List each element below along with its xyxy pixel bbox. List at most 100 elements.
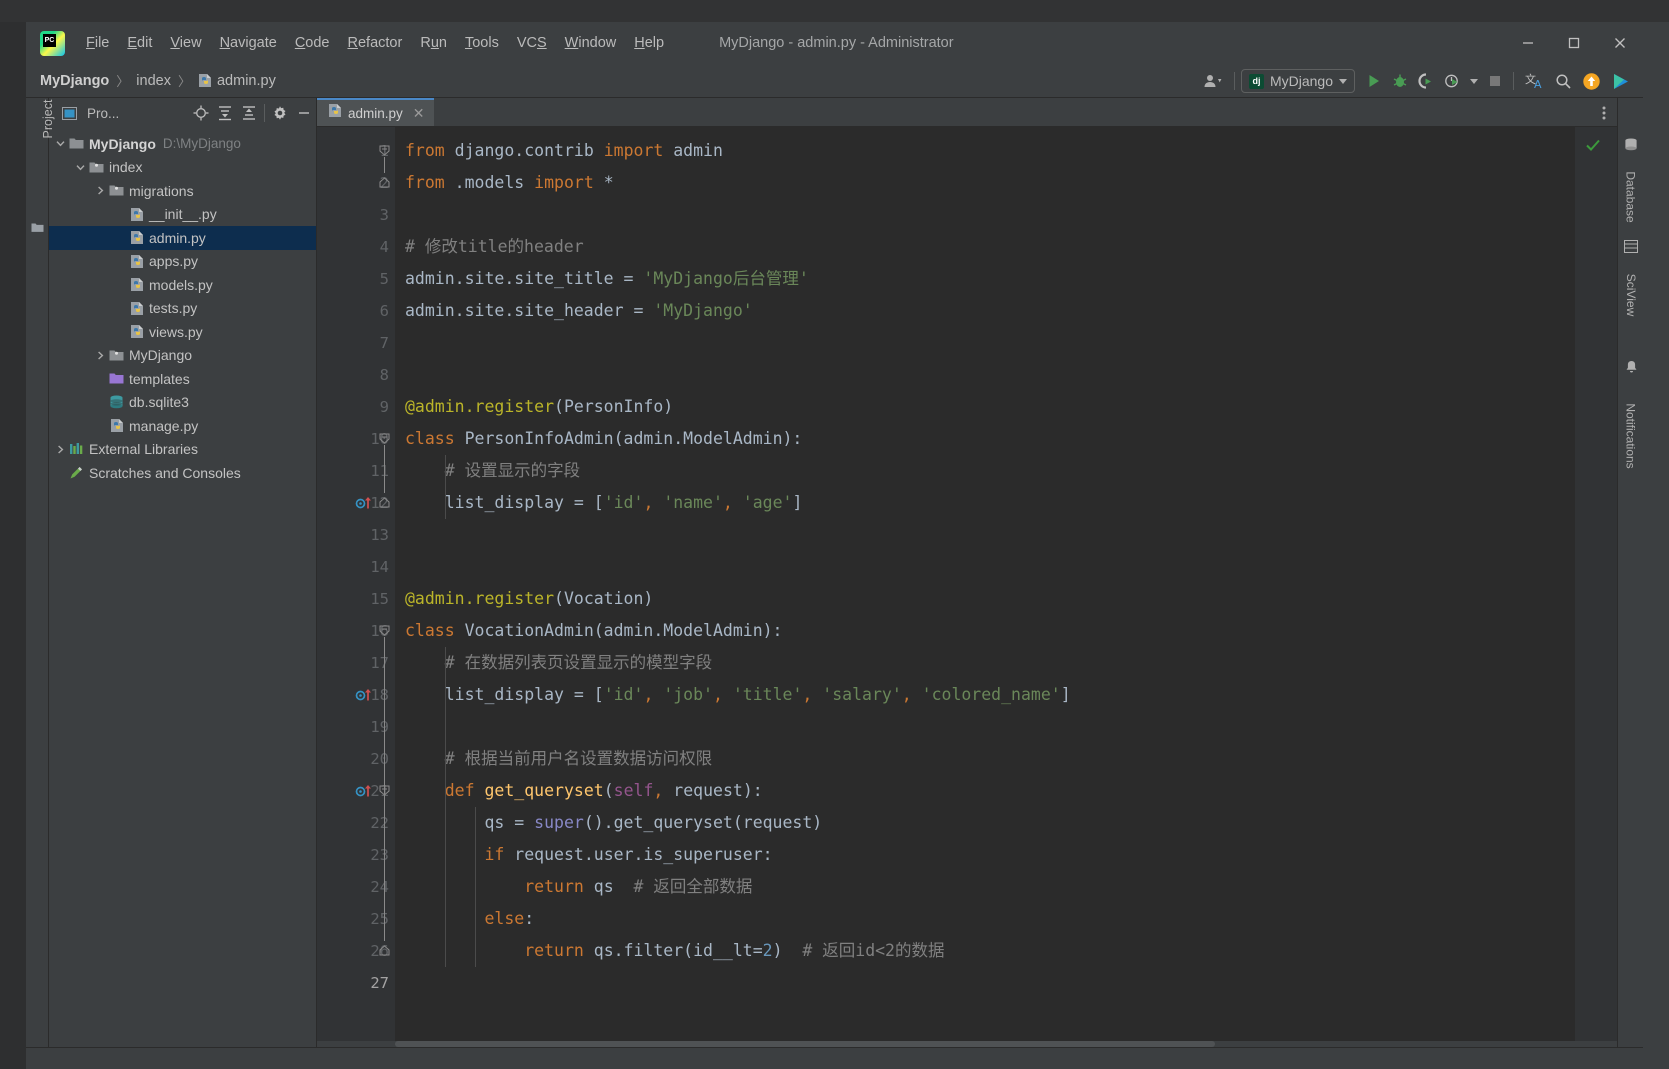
right-tool-label: Notifications [1624, 402, 1638, 469]
chevron-down-icon[interactable] [73, 163, 88, 172]
right-tool-sciview[interactable]: SciView [1618, 240, 1644, 317]
tree-item-external-libraries[interactable]: External Libraries [49, 438, 316, 462]
settings-gear-icon[interactable] [268, 101, 292, 125]
run-with-coverage-button[interactable] [1413, 68, 1439, 94]
python-file-icon [128, 301, 145, 316]
menu-item-refactor[interactable]: Refactor [339, 31, 412, 55]
stop-button[interactable] [1483, 68, 1507, 94]
chevron-down-icon[interactable] [53, 139, 68, 148]
menu-item-help[interactable]: Help [625, 31, 673, 55]
chevron-right-icon[interactable] [53, 445, 68, 454]
menu-item-window[interactable]: Window [556, 31, 626, 55]
user-avatar-icon[interactable] [1198, 68, 1228, 94]
right-tool-database[interactable]: Database [1618, 138, 1644, 222]
horizontal-scrollbar[interactable] [317, 1041, 1617, 1047]
overriding-method-icon[interactable] [355, 688, 375, 703]
tree-item-views-py[interactable]: views.py [49, 320, 316, 344]
tab-admin-py[interactable]: admin.py ✕ [317, 98, 434, 126]
chevron-right-icon[interactable] [93, 186, 108, 195]
menu-item-tools[interactable]: Tools [456, 31, 508, 55]
tree-item-tests-py[interactable]: tests.py [49, 297, 316, 321]
gutter-line[interactable]: 14 [317, 551, 395, 583]
right-tool-notifications[interactable]: Notifications [1618, 360, 1644, 468]
menu-item-navigate[interactable]: Navigate [211, 31, 286, 55]
tab-close-icon[interactable]: ✕ [413, 105, 425, 122]
gutter-line[interactable]: 13 [317, 519, 395, 551]
profile-button[interactable] [1439, 68, 1465, 94]
play-gradient-icon[interactable] [1606, 68, 1635, 94]
translate-icon[interactable]: 文 A [1520, 68, 1550, 94]
gutter-line[interactable]: 9 [317, 391, 395, 423]
search-everywhere-icon[interactable] [1550, 68, 1577, 94]
menu-item-vcs[interactable]: VCS [508, 31, 556, 55]
menu-item-view[interactable]: View [161, 31, 210, 55]
profile-dropdown[interactable] [1465, 68, 1483, 94]
code-line: list_display = ['id', 'name', 'age'] [405, 493, 803, 512]
tree-item-apps-py[interactable]: apps.py [49, 250, 316, 274]
tree-item-models-py[interactable]: models.py [49, 273, 316, 297]
project-tool-label[interactable]: Project [41, 84, 55, 154]
breadcrumb-item-index[interactable]: index [136, 73, 171, 89]
close-button[interactable] [1597, 22, 1643, 64]
code-text-area[interactable]: from django.contrib import admin from .mo… [395, 127, 1575, 1047]
run-configuration-selector[interactable]: dj MyDjango [1240, 69, 1355, 93]
gutter-line[interactable]: 6 [317, 295, 395, 327]
minimize-button[interactable] [1505, 22, 1551, 64]
hide-panel-icon[interactable] [292, 101, 316, 125]
editor-area: 1 2 3 4 5 6 7 8 9 10 11 12 13 14 15 16 17 18 19 20 21 22 23 24 2… [317, 127, 1617, 1047]
tree-item-db-sqlite3[interactable]: db.sqlite3 [49, 391, 316, 415]
right-tool-label: SciView [1624, 274, 1638, 317]
breadcrumb-item-admin-py[interactable]: admin.py [198, 73, 276, 89]
overriding-method-icon[interactable] [355, 496, 375, 511]
line-number: 9 [379, 398, 389, 416]
expand-all-icon[interactable] [213, 101, 237, 125]
tree-item-migrations[interactable]: migrations [49, 179, 316, 203]
code-fold-end-icon[interactable] [379, 174, 390, 192]
menu-item-file[interactable]: File [77, 31, 118, 55]
menu-item-edit[interactable]: Edit [118, 31, 161, 55]
python-file-icon [128, 207, 145, 222]
menu-item-code[interactable]: Code [286, 31, 339, 55]
run-button[interactable] [1361, 68, 1387, 94]
tree-item-__init__-py[interactable]: __init__.py [49, 203, 316, 227]
overriding-method-icon[interactable] [355, 784, 375, 799]
gutter-line[interactable]: 3 [317, 199, 395, 231]
tree-item-mydjango[interactable]: MyDjango D:\MyDjango [49, 132, 316, 156]
inspection-ok-icon[interactable] [1585, 137, 1601, 158]
tree-item-scratches-and-consoles[interactable]: Scratches and Consoles [49, 461, 316, 485]
tree-item-templates[interactable]: templates [49, 367, 316, 391]
update-project-icon[interactable] [1577, 68, 1606, 94]
django-icon: dj [1248, 73, 1264, 89]
code-fold-end-icon[interactable] [379, 942, 390, 960]
breadcrumb-label: admin.py [216, 72, 276, 89]
locate-icon[interactable] [189, 101, 213, 125]
tree-item-manage-py[interactable]: manage.py [49, 414, 316, 438]
gutter-line[interactable]: 5 [317, 263, 395, 295]
tree-item-label: admin.py [149, 229, 206, 246]
chevron-right-icon[interactable] [93, 351, 108, 360]
run-configuration-label: MyDjango [1269, 73, 1333, 89]
more-options-icon[interactable] [1597, 100, 1611, 126]
code-fold-end-icon[interactable] [379, 494, 390, 512]
gutter-line[interactable]: 15 [317, 583, 395, 615]
project-view-icon [57, 101, 81, 125]
indent-guide [445, 647, 446, 967]
editor-right-gutter[interactable] [1575, 127, 1617, 1047]
structure-folder-icon[interactable] [31, 220, 44, 238]
gutter-line[interactable]: 7 [317, 327, 395, 359]
editor-gutter[interactable]: 1 2 3 4 5 6 7 8 9 10 11 12 13 14 15 16 17 18 19 20 21 22 23 24 2… [317, 127, 395, 1047]
collapse-all-icon[interactable] [237, 101, 261, 125]
maximize-button[interactable] [1551, 22, 1597, 64]
gutter-line[interactable]: 8 [317, 359, 395, 391]
editor-tab-actions [1597, 98, 1611, 127]
debug-button[interactable] [1387, 68, 1413, 94]
left-tool-strip: Project [26, 98, 55, 1047]
menu-item-run[interactable]: Run [411, 31, 456, 55]
gutter-line[interactable]: 4 [317, 231, 395, 263]
tree-item-mydjango[interactable]: MyDjango [49, 344, 316, 368]
tree-item-admin-py[interactable]: admin.py [49, 226, 316, 250]
gutter-line[interactable]: 27 [317, 967, 395, 999]
tree-item-index[interactable]: index [49, 156, 316, 180]
